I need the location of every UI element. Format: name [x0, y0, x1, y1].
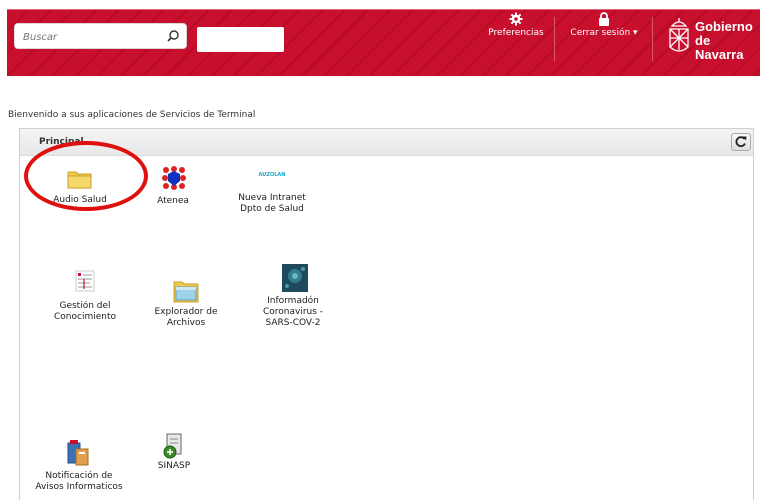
refresh-icon [735, 136, 747, 148]
refresh-button[interactable] [731, 133, 751, 151]
app-label-line2: Avisos Informaticos [35, 482, 123, 492]
app-label-line1: Explorador de [154, 307, 218, 317]
welcome-message: Bienvenido a sus aplicaciones de Servici… [8, 110, 256, 120]
app-label-line1: Informadón [267, 296, 319, 306]
lock-icon [599, 12, 609, 26]
app-label-line1: Notificación de [45, 471, 113, 481]
preferences-button[interactable]: Preferencias [488, 12, 544, 38]
logout-label: Cerrar sesión ▾ [570, 28, 638, 38]
top-border [0, 0, 760, 9]
panel-header: Principal [20, 129, 753, 156]
app-notificacion-avisos[interactable]: Notificación de Avisos Informaticos [34, 439, 124, 495]
app-label: Audio Salud [53, 195, 107, 205]
app-label-line3: SARS-COV-2 [265, 318, 321, 328]
app-gestion-conocimiento[interactable]: Gestión del Conocimiento [40, 270, 130, 326]
app-explorador-archivos[interactable]: Explorador de Archivos [141, 279, 231, 337]
app-label-line2: Archivos [166, 318, 206, 328]
logo-text-line1: Gobierno [695, 19, 753, 34]
app-label: Atenea [157, 196, 189, 206]
search-icon[interactable] [166, 29, 180, 43]
logo-text-line2: de Navarra [695, 33, 744, 62]
panel-title: Principal [39, 137, 84, 147]
app-sinasp[interactable]: SINASP [129, 433, 219, 478]
header-divider [554, 17, 555, 61]
coronavirus-image-icon [282, 264, 308, 292]
search-input[interactable] [21, 25, 165, 49]
app-label-line2: Coronavirus - [262, 307, 324, 317]
app-nueva-intranet[interactable]: AUZOLAN Nueva Intranet Dpto de Salud [227, 170, 317, 218]
search-box[interactable] [14, 23, 187, 49]
folder-icon [67, 171, 92, 189]
app-label-line1: Nueva Intranet [238, 193, 306, 203]
header-divider [652, 17, 653, 61]
navarra-shield-icon [669, 18, 689, 52]
gobierno-navarra-logo: Gobierno de Navarra [667, 17, 760, 63]
auzolan-logo-icon: AUZOLAN [258, 172, 286, 178]
app-atenea[interactable]: Atenea [128, 166, 218, 211]
gear-icon [509, 12, 523, 26]
atenea-logo-icon [162, 166, 186, 190]
secondary-input-field[interactable] [197, 27, 284, 52]
app-label: SINASP [157, 461, 191, 471]
preferences-label: Preferencias [488, 28, 544, 38]
document-chart-icon [75, 270, 95, 292]
toolbox-icon [67, 440, 89, 466]
file-explorer-icon [173, 281, 199, 303]
app-audio-salud[interactable]: Audio Salud [35, 168, 125, 213]
document-add-icon [163, 433, 182, 459]
app-informacion-coronavirus[interactable]: Informadón Coronavirus - SARS-COV-2 [248, 264, 338, 334]
app-label-line1: Gestión del [59, 301, 111, 311]
logout-button[interactable]: Cerrar sesión ▾ [567, 12, 641, 38]
app-label-line2: Dpto de Salud [240, 204, 304, 214]
app-label-line2: Conocimiento [54, 312, 116, 322]
